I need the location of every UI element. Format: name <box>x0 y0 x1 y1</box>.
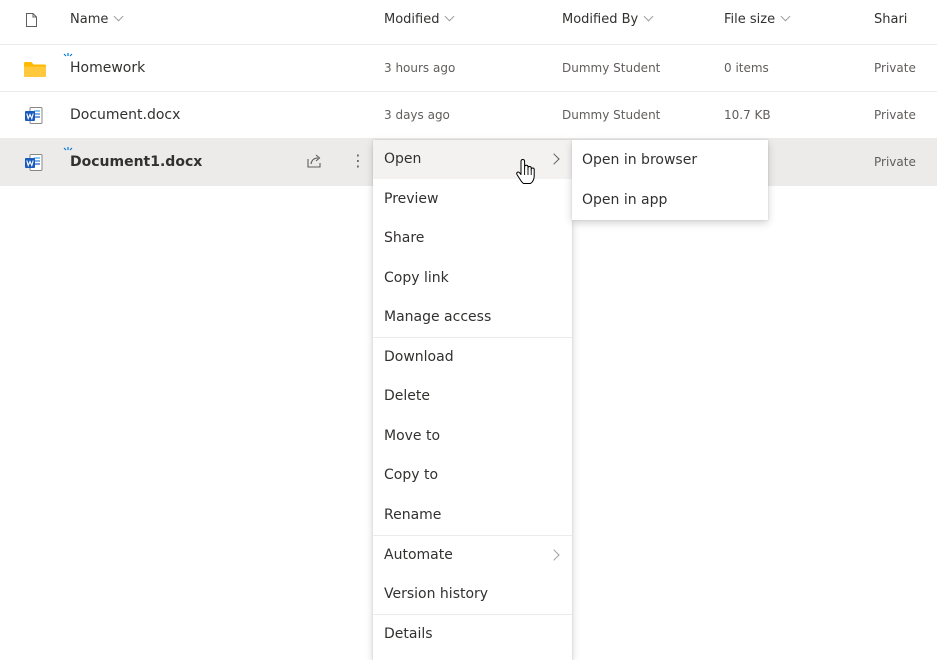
more-options-icon[interactable]: ⋮ <box>350 139 366 185</box>
menu-item-copy-to[interactable]: Copy to <box>373 456 572 495</box>
modified-cell: 3 days ago <box>384 108 450 122</box>
hand-cursor-icon <box>516 159 535 184</box>
document-outline-icon[interactable] <box>26 13 37 27</box>
list-header: Name Modified Modified By File size Shar… <box>0 0 937 45</box>
context-menu: Open Preview Share Copy link Manage acce… <box>373 140 572 660</box>
column-header-file-size[interactable]: File size <box>724 0 791 44</box>
folder-icon <box>24 62 46 77</box>
chevron-down-icon <box>643 11 654 22</box>
chevron-down-icon <box>445 11 455 22</box>
column-header-file-size-label: File size <box>724 12 776 27</box>
menu-item-automate-label: Automate <box>384 547 453 563</box>
modified-cell: 3 hours ago <box>384 61 456 75</box>
menu-item-rename[interactable]: Rename <box>373 496 572 535</box>
file-size-cell: 0 items <box>724 61 769 75</box>
column-header-modified-label: Modified <box>384 12 440 27</box>
chevron-right-icon <box>548 549 560 561</box>
column-header-modified-by[interactable]: Modified By <box>562 0 654 44</box>
menu-item-manage-access[interactable]: Manage access <box>373 298 572 337</box>
file-name-link[interactable]: Homework <box>70 45 145 91</box>
file-name-link[interactable]: Document.docx <box>70 92 180 138</box>
menu-item-open-in-browser[interactable]: Open in browser <box>572 140 768 180</box>
column-header-modified-by-label: Modified By <box>562 12 639 27</box>
menu-item-download[interactable]: Download <box>373 338 572 377</box>
chevron-down-icon <box>780 11 791 22</box>
column-header-sharing[interactable]: Shari <box>874 0 937 44</box>
column-header-sharing-label: Shari <box>874 12 908 27</box>
word-document-icon <box>25 107 43 124</box>
menu-item-preview[interactable]: Preview <box>373 180 572 219</box>
column-header-name-label: Name <box>70 12 109 27</box>
modified-by-cell: Dummy Student <box>562 108 661 122</box>
menu-item-copy-link[interactable]: Copy link <box>373 259 572 298</box>
chevron-down-icon <box>113 11 124 22</box>
menu-item-automate[interactable]: Automate <box>373 536 572 575</box>
column-header-name[interactable]: Name <box>70 0 124 44</box>
modified-by-cell: Dummy Student <box>562 61 661 75</box>
menu-item-delete[interactable]: Delete <box>373 377 572 416</box>
open-submenu: Open in browser Open in app <box>572 140 768 220</box>
menu-item-open-in-app[interactable]: Open in app <box>572 180 768 220</box>
chevron-right-icon <box>548 153 560 165</box>
sharing-cell: Private <box>874 61 916 75</box>
menu-item-open[interactable]: Open <box>373 140 572 179</box>
menu-item-details[interactable]: Details <box>373 615 572 654</box>
menu-item-share[interactable]: Share <box>373 219 572 258</box>
sharing-cell: Private <box>874 155 916 169</box>
menu-item-version-history[interactable]: Version history <box>373 575 572 614</box>
file-name-link[interactable]: Document1.docx <box>70 139 202 185</box>
column-header-modified[interactable]: Modified <box>384 0 455 44</box>
menu-item-move-to[interactable]: Move to <box>373 417 572 456</box>
table-row[interactable]: Homework 3 hours ago Dummy Student 0 ite… <box>0 45 937 92</box>
table-row[interactable]: Document.docx 3 days ago Dummy Student 1… <box>0 92 937 139</box>
menu-item-open-label: Open <box>384 151 422 167</box>
word-document-icon <box>25 154 43 171</box>
share-icon[interactable] <box>306 153 322 169</box>
sharing-cell: Private <box>874 108 916 122</box>
file-size-cell: 10.7 KB <box>724 108 771 122</box>
